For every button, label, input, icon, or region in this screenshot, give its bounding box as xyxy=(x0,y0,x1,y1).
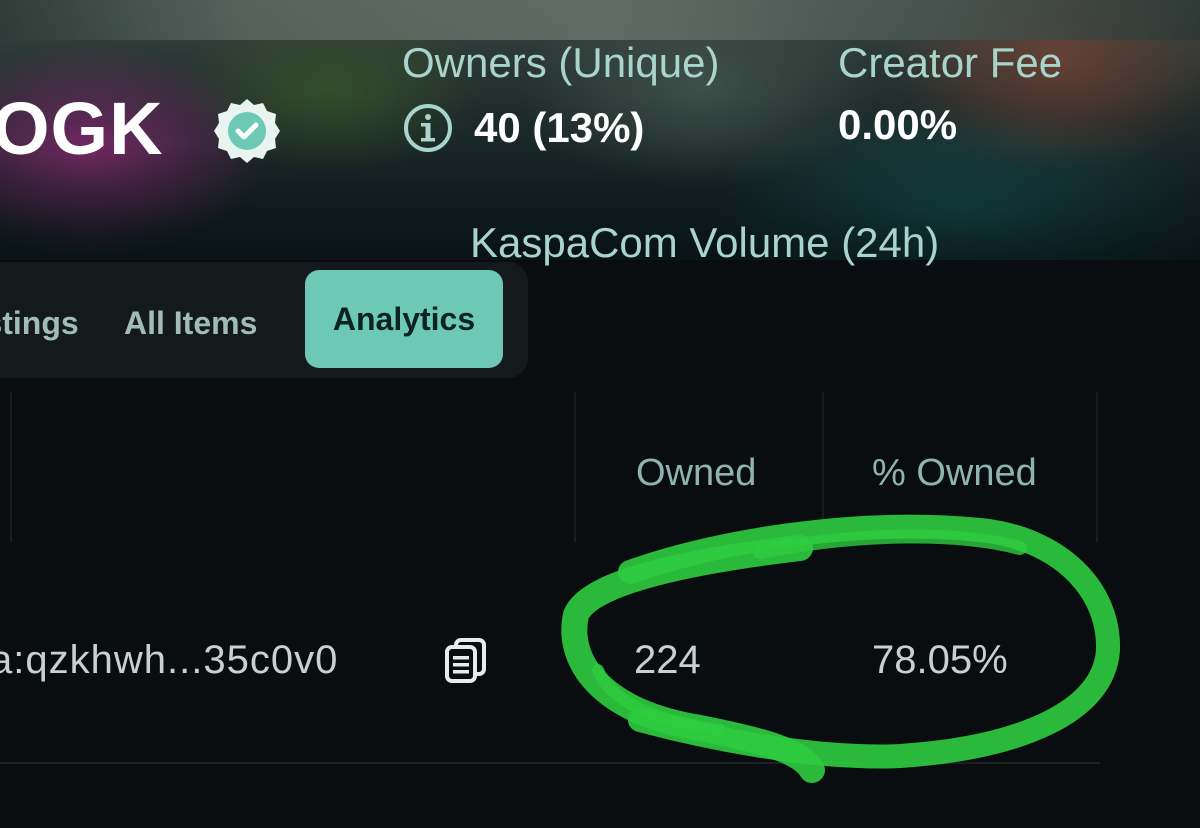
volume-stat: KaspaCom Volume (24h) xyxy=(470,222,939,264)
column-divider xyxy=(10,392,12,542)
row-divider xyxy=(0,762,1100,764)
copy-icon[interactable] xyxy=(442,636,490,684)
owners-stat: Owners (Unique) 40 (13%) xyxy=(402,42,719,154)
owners-label: Owners (Unique) xyxy=(402,39,720,86)
volume-label: KaspaCom Volume (24h) xyxy=(470,219,940,266)
owners-value: 40 (13%) xyxy=(474,104,645,151)
collection-page: OGK Owners (Unique) 40 (13%) Creator Fee… xyxy=(0,0,1200,828)
tab-analytics[interactable]: Analytics xyxy=(305,270,503,368)
tab-listings[interactable]: Listings xyxy=(0,307,79,339)
column-divider xyxy=(822,392,824,542)
column-divider xyxy=(574,392,576,542)
column-header-percent-owned[interactable]: % Owned xyxy=(872,454,1037,492)
collection-title: OGK xyxy=(0,87,164,170)
info-icon[interactable] xyxy=(402,102,454,154)
creator-fee-stat: Creator Fee 0.00% xyxy=(838,42,1062,146)
column-divider xyxy=(1096,392,1098,542)
column-header-owned[interactable]: Owned xyxy=(636,454,756,492)
tab-all-items[interactable]: All Items xyxy=(124,307,257,339)
creator-fee-value: 0.00% xyxy=(838,101,958,148)
owned-count: 224 xyxy=(634,638,701,682)
percent-owned: 78.05% xyxy=(872,638,1008,682)
verified-badge-icon xyxy=(214,99,280,163)
creator-fee-label: Creator Fee xyxy=(838,39,1063,86)
owner-address[interactable]: a:qzkhwh...35c0v0 xyxy=(0,640,338,680)
